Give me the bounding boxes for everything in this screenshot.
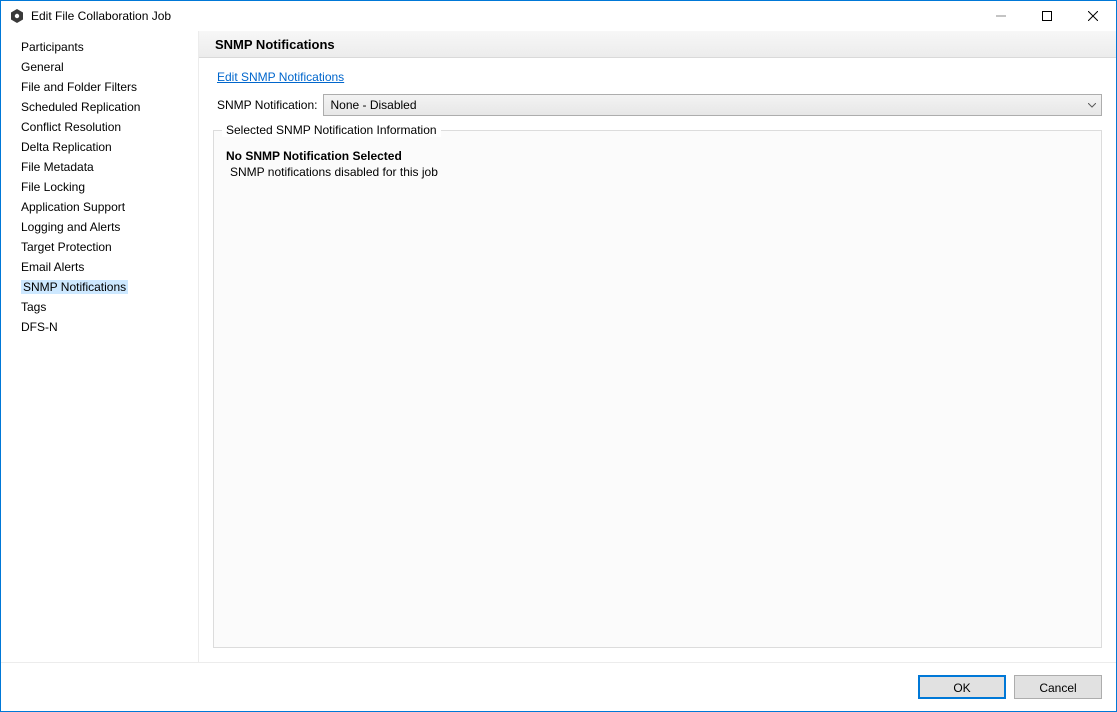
page-title: SNMP Notifications [199,31,1116,58]
sidebar-item-tags[interactable]: Tags [1,297,198,317]
notification-label: SNMP Notification: [217,98,317,112]
sidebar-item-label: Scheduled Replication [21,100,140,114]
dialog-footer: OK Cancel [1,663,1116,711]
sidebar-item-label: Email Alerts [21,260,84,274]
sidebar-item-label: Tags [21,300,46,314]
sidebar-item-target-protection[interactable]: Target Protection [1,237,198,257]
group-legend: Selected SNMP Notification Information [222,123,441,137]
sidebar-item-label: File Locking [21,180,85,194]
sidebar-item-logging-and-alerts[interactable]: Logging and Alerts [1,217,198,237]
app-icon [9,8,25,24]
selected-notification-group: Selected SNMP Notification Information N… [213,130,1102,648]
sidebar-item-dfs-n[interactable]: DFS-N [1,317,198,337]
cancel-button[interactable]: Cancel [1014,675,1102,699]
info-title: No SNMP Notification Selected [226,149,1089,163]
chevron-down-icon [1083,103,1101,108]
notification-value: None - Disabled [324,98,1083,112]
sidebar-item-label: File and Folder Filters [21,80,137,94]
sidebar-item-file-locking[interactable]: File Locking [1,177,198,197]
sidebar-nav: Participants General File and Folder Filte… [1,31,199,662]
sidebar-item-participants[interactable]: Participants [1,37,198,57]
sidebar-item-label: DFS-N [21,320,58,334]
edit-snmp-link[interactable]: Edit SNMP Notifications [217,70,1102,84]
dialog-body: Participants General File and Folder Filte… [1,31,1116,663]
window-title: Edit File Collaboration Job [31,9,978,23]
sidebar-item-application-support[interactable]: Application Support [1,197,198,217]
window-controls [978,1,1116,31]
sidebar-item-delta-replication[interactable]: Delta Replication [1,137,198,157]
sidebar-item-conflict-resolution[interactable]: Conflict Resolution [1,117,198,137]
sidebar-item-file-and-folder-filters[interactable]: File and Folder Filters [1,77,198,97]
main-panel: SNMP Notifications Edit SNMP Notificatio… [199,31,1116,662]
main-content: Edit SNMP Notifications SNMP Notificatio… [199,58,1116,662]
info-text: SNMP notifications disabled for this job [230,165,1089,179]
sidebar-item-label: Target Protection [21,240,112,254]
sidebar-item-label: File Metadata [21,160,94,174]
ok-button[interactable]: OK [918,675,1006,699]
notification-row: SNMP Notification: None - Disabled [217,94,1102,116]
sidebar-item-label: General [21,60,64,74]
sidebar-item-snmp-notifications[interactable]: SNMP Notifications [1,277,198,297]
sidebar-item-label: Logging and Alerts [21,220,120,234]
sidebar-item-general[interactable]: General [1,57,198,77]
sidebar-item-label: SNMP Notifications [21,280,128,294]
sidebar-item-scheduled-replication[interactable]: Scheduled Replication [1,97,198,117]
close-button[interactable] [1070,1,1116,31]
minimize-button[interactable] [978,1,1024,31]
title-bar: Edit File Collaboration Job [1,1,1116,31]
sidebar-item-label: Conflict Resolution [21,120,121,134]
notification-dropdown[interactable]: None - Disabled [323,94,1102,116]
dialog-window: Edit File Collaboration Job Participants… [0,0,1117,712]
maximize-button[interactable] [1024,1,1070,31]
sidebar-item-label: Delta Replication [21,140,112,154]
sidebar-item-label: Application Support [21,200,125,214]
sidebar-item-file-metadata[interactable]: File Metadata [1,157,198,177]
sidebar-item-label: Participants [21,40,84,54]
sidebar-item-email-alerts[interactable]: Email Alerts [1,257,198,277]
